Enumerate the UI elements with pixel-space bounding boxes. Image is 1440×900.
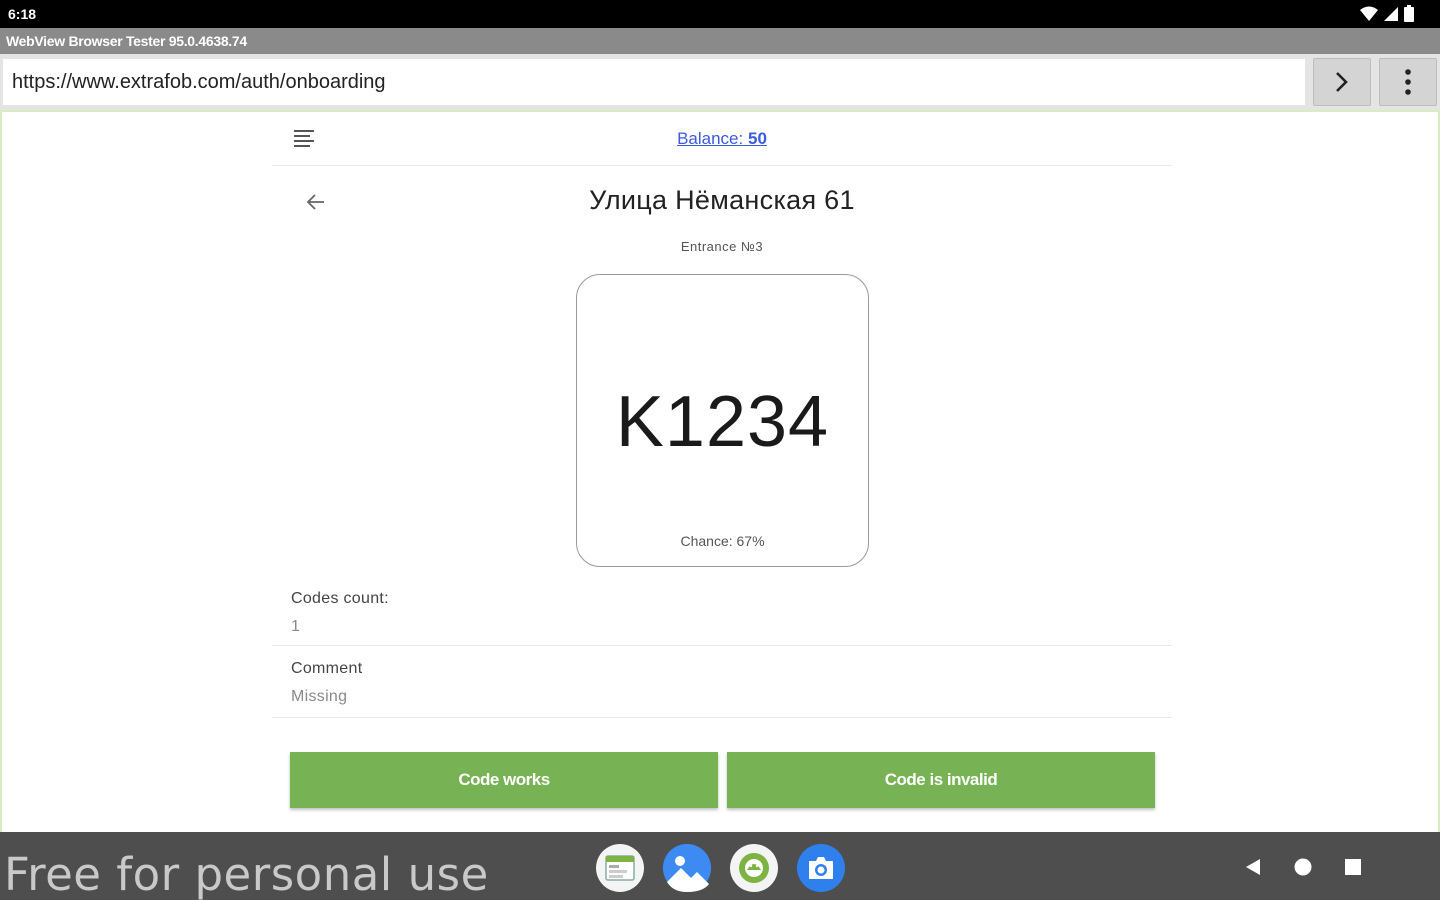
url-input[interactable]: [3, 59, 1305, 105]
app-title: WebView Browser Tester 95.0.4638.74: [6, 33, 247, 49]
balance-value: 50: [747, 129, 767, 148]
page-header: Balance: 50: [272, 112, 1172, 166]
codes-count-field: Codes count: 1: [272, 582, 1172, 646]
gallery-icon: [663, 844, 711, 892]
battery-icon: [1404, 5, 1414, 22]
code-chance: Chance: 67%: [680, 533, 765, 549]
android-app-icon[interactable]: [730, 844, 778, 892]
square-recents-icon: [1345, 859, 1361, 875]
photos-app-icon[interactable]: [663, 844, 711, 892]
go-button[interactable]: [1313, 58, 1371, 106]
navigation-bar: Free for personal use: [0, 832, 1440, 900]
nav-home-button[interactable]: [1290, 854, 1316, 880]
watermark-text: Free for personal use: [4, 848, 489, 900]
more-vertical-icon: [1405, 69, 1411, 95]
webview-tester-icon: [605, 855, 635, 881]
nav-recents-button[interactable]: [1340, 854, 1366, 880]
nav-back-button[interactable]: [1240, 854, 1266, 880]
code-card: K1234 Chance: 67%: [576, 274, 869, 567]
comment-label: Comment: [291, 660, 363, 677]
signal-icon: [1384, 6, 1398, 21]
codes-count-value: 1: [291, 618, 301, 635]
balance-link[interactable]: Balance: 50: [272, 129, 1172, 149]
codes-count-label: Codes count:: [291, 590, 389, 607]
address-title: Улица Нёманская 61: [589, 185, 855, 215]
triangle-back-icon: [1246, 859, 1260, 875]
circle-home-icon: [1294, 858, 1312, 876]
balance-label: Balance:: [677, 129, 744, 148]
status-bar: 6:18: [0, 0, 1440, 28]
camera-icon: [809, 857, 833, 879]
overflow-menu-button[interactable]: [1379, 58, 1437, 106]
status-time: 6:18: [8, 6, 37, 22]
code-invalid-button[interactable]: Code is invalid: [727, 752, 1155, 808]
webview-content: Balance: 50 Улица Нёманская 61 Entrance …: [0, 110, 1440, 832]
comment-value: Missing: [291, 688, 348, 705]
url-toolbar: [0, 54, 1440, 110]
app-title-bar: WebView Browser Tester 95.0.4638.74: [0, 28, 1440, 54]
android-icon: [739, 853, 769, 883]
status-icons: [1360, 5, 1414, 22]
comment-field: Comment Missing: [272, 652, 1172, 718]
code-works-button[interactable]: Code works: [290, 752, 718, 808]
entrance-label: Entrance №3: [680, 239, 764, 254]
camera-app-icon[interactable]: [797, 844, 845, 892]
wifi-icon: [1360, 6, 1378, 21]
page-container: Balance: 50 Улица Нёманская 61 Entrance …: [272, 112, 1172, 832]
chevron-right-icon: [1336, 72, 1348, 92]
browser-app-icon[interactable]: [596, 844, 644, 892]
code-value: K1234: [615, 382, 830, 462]
